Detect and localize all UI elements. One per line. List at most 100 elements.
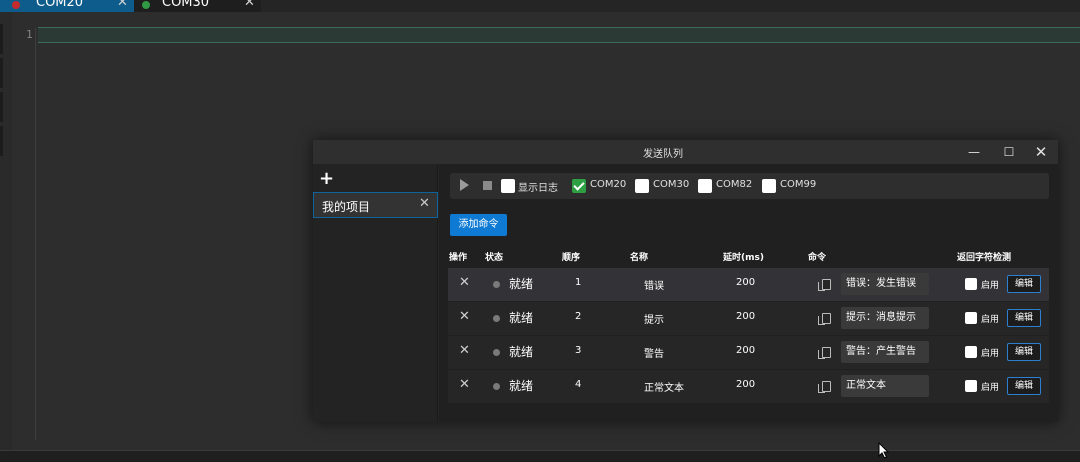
status-dot-icon	[493, 281, 500, 288]
name-cell: 正常文本	[644, 383, 684, 394]
delete-icon[interactable]: ✕	[459, 309, 470, 324]
enable-label: 启用	[981, 315, 1000, 325]
connection-status-icon	[142, 1, 150, 9]
delay-cell: 200	[736, 345, 756, 356]
command-field[interactable]: 警告：产生警告	[841, 341, 929, 363]
enable-label: 启用	[981, 281, 1000, 291]
mouse-cursor-icon	[878, 442, 890, 459]
command-field[interactable]: 提示：消息提示	[841, 307, 929, 329]
close-icon[interactable]: ✕	[117, 0, 128, 9]
project-name: 我的项目	[322, 200, 371, 214]
column-header: 命令	[808, 253, 827, 263]
project-item[interactable]: 我的项目 ✕	[313, 192, 438, 218]
copy-icon[interactable]	[818, 279, 831, 291]
table-header: 操作 状态 顺序 名称 延时(ms) 命令 返回字符检测	[449, 247, 1049, 265]
tab-label: COM30	[162, 0, 210, 10]
project-list: + 我的项目 ✕	[313, 164, 438, 422]
port-label: COM99	[780, 179, 817, 190]
table-row[interactable]: ✕ 就绪 2 提示 200 提示：消息提示 启用 编辑	[448, 302, 1049, 335]
add-project-button[interactable]: +	[319, 168, 334, 189]
column-header: 名称	[630, 253, 649, 263]
table-row[interactable]: ✕ 就绪 3 警告 200 警告：产生警告 启用 编辑	[448, 336, 1049, 369]
current-line-highlight[interactable]	[38, 27, 1080, 43]
connection-status-icon	[12, 1, 20, 9]
edit-button[interactable]: 编辑	[1007, 343, 1041, 361]
column-header: 状态	[485, 253, 504, 263]
delete-icon[interactable]: ✕	[459, 343, 470, 358]
maximize-button[interactable]: ☐	[1001, 144, 1017, 160]
status-dot-icon	[493, 315, 500, 322]
show-log-checkbox[interactable]	[501, 179, 515, 193]
port-label: COM20	[590, 179, 627, 190]
copy-icon[interactable]	[818, 313, 831, 325]
line-number: 1	[26, 28, 33, 41]
queue-panel: 显示日志 COM20 COM30 COM82 COM99 添加命令 操作 状态 …	[439, 164, 1058, 422]
table-row[interactable]: ✕ 就绪 4 正常文本 200 正常文本 启用 编辑	[448, 370, 1049, 403]
dialog-title: 发送队列	[643, 149, 683, 160]
activity-bar	[0, 12, 12, 462]
add-command-button[interactable]: 添加命令	[450, 214, 507, 236]
order-cell: 4	[575, 379, 582, 390]
status-dot-icon	[493, 383, 500, 390]
port-checkbox-com82[interactable]	[698, 179, 712, 193]
port-label: COM30	[653, 179, 690, 190]
activity-item[interactable]	[0, 24, 3, 54]
enable-label: 启用	[981, 349, 1000, 359]
copy-icon[interactable]	[818, 381, 831, 393]
tab-label: COM20	[36, 0, 84, 10]
delay-cell: 200	[736, 311, 756, 322]
enable-label: 启用	[981, 383, 1000, 393]
port-label: COM82	[716, 179, 753, 190]
dialog-titlebar[interactable]: 发送队列 — ☐ ✕	[313, 140, 1058, 164]
delay-cell: 200	[736, 379, 756, 390]
name-cell: 警告	[644, 349, 664, 360]
queue-toolbar: 显示日志 COM20 COM30 COM82 COM99	[450, 173, 1049, 199]
port-checkbox-com30[interactable]	[635, 179, 649, 193]
tab-com20[interactable]: COM20 ✕	[0, 0, 134, 12]
delete-icon[interactable]: ✕	[459, 275, 470, 290]
tab-com30[interactable]: COM30 ✕	[134, 0, 261, 12]
enable-checkbox[interactable]	[965, 346, 977, 358]
stop-icon[interactable]	[483, 181, 492, 190]
gutter-divider	[35, 28, 36, 440]
close-button[interactable]: ✕	[1033, 144, 1049, 160]
activity-item[interactable]	[0, 58, 3, 88]
column-header: 延时(ms)	[723, 253, 764, 263]
activity-item[interactable]	[0, 92, 3, 122]
table-row[interactable]: ✕ 就绪 1 错误 200 错误：发生错误 启用 编辑	[448, 268, 1049, 301]
status-dot-icon	[493, 349, 500, 356]
enable-checkbox[interactable]	[965, 380, 977, 392]
command-field[interactable]: 正常文本	[841, 375, 929, 397]
copy-icon[interactable]	[818, 347, 831, 359]
status-text: 就绪	[509, 345, 534, 359]
command-field[interactable]: 错误：发生错误	[841, 273, 929, 295]
status-text: 就绪	[509, 277, 534, 291]
send-queue-dialog: 发送队列 — ☐ ✕ + 我的项目 ✕ 显示日志 COM20 COM30 COM…	[313, 140, 1058, 422]
delete-icon[interactable]: ✕	[459, 377, 470, 392]
edit-button[interactable]: 编辑	[1007, 275, 1041, 293]
status-text: 就绪	[509, 311, 534, 325]
order-cell: 1	[575, 277, 582, 288]
edit-button[interactable]: 编辑	[1007, 309, 1041, 327]
activity-item[interactable]	[0, 126, 3, 156]
column-header: 顺序	[562, 253, 581, 263]
column-header: 操作	[449, 253, 468, 263]
play-icon[interactable]	[460, 179, 469, 191]
close-icon[interactable]: ✕	[419, 196, 430, 211]
status-bar	[0, 450, 1080, 462]
name-cell: 错误	[644, 281, 664, 292]
order-cell: 2	[575, 311, 582, 322]
edit-button[interactable]: 编辑	[1007, 377, 1041, 395]
name-cell: 提示	[644, 315, 664, 326]
close-icon[interactable]: ✕	[244, 0, 255, 9]
column-header: 返回字符检测	[957, 253, 1012, 263]
port-checkbox-com20[interactable]	[572, 179, 586, 193]
show-log-label: 显示日志	[518, 183, 558, 194]
tab-strip: COM20 ✕ COM30 ✕	[0, 0, 1080, 12]
port-checkbox-com99[interactable]	[762, 179, 776, 193]
enable-checkbox[interactable]	[965, 278, 977, 290]
minimize-button[interactable]: —	[966, 144, 982, 160]
order-cell: 3	[575, 345, 582, 356]
status-text: 就绪	[509, 379, 534, 393]
enable-checkbox[interactable]	[965, 312, 977, 324]
